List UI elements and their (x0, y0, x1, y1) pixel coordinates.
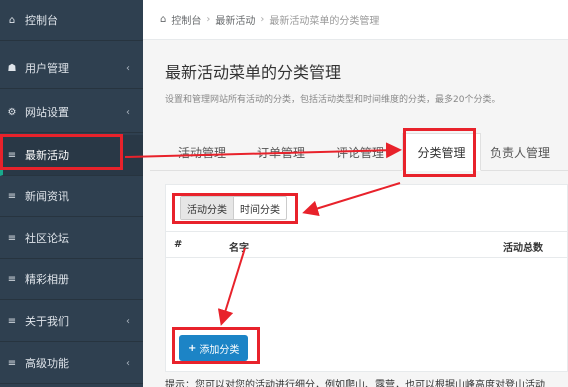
chevron-left-icon: ‹ (126, 106, 130, 118)
list-icon: ≡ (7, 357, 17, 369)
breadcrumb-item-dashboard[interactable]: 控制台 (171, 12, 201, 27)
gears-icon: ⚙ (7, 106, 17, 118)
page-description: 设置和管理网站所有活动的分类，包括活动类型和时间维度的分类，最多20个分类。 (165, 95, 501, 105)
breadcrumb-item-current: 最新活动菜单的分类管理 (269, 16, 380, 27)
column-index: # (174, 239, 183, 250)
sidebar-item-news[interactable]: ≡ 新闻资讯 (0, 176, 143, 217)
sidebar-item-label: 网站设置 (25, 106, 69, 119)
tab-order-management[interactable]: 订单管理 (257, 133, 305, 171)
sidebar-item-dashboard[interactable]: ⌂ 控制台 (0, 0, 143, 41)
sidebar-item-label: 关于我们 (25, 315, 69, 328)
sidebar-item-label: 精彩相册 (25, 273, 69, 286)
chevron-left-icon: ‹ (126, 315, 130, 327)
breadcrumb-separator: › (206, 14, 211, 25)
annotation-box-tab (403, 128, 476, 177)
chevron-left-icon: ‹ (126, 62, 130, 74)
sidebar-item-albums[interactable]: ≡ 精彩相册 (0, 259, 143, 300)
sidebar-item-label: 社区论坛 (25, 232, 69, 245)
breadcrumb-item-latest-activities[interactable]: 最新活动 (215, 12, 255, 27)
column-name: 名字 (229, 243, 249, 254)
sidebar-item-advanced[interactable]: ≡ 高级功能 ‹ (0, 343, 143, 384)
sidebar-item-about[interactable]: ≡ 关于我们 ‹ (0, 301, 143, 342)
annotation-box-toggle (172, 193, 298, 224)
sidebar-item-label: 用户管理 (25, 62, 69, 75)
page-title: 最新活动菜单的分类管理 (165, 63, 342, 82)
list-icon: ≡ (7, 315, 17, 327)
breadcrumb: ⌂ 控制台 › 最新活动 › 最新活动菜单的分类管理 (143, 0, 568, 40)
sidebar-item-label: 高级功能 (25, 357, 69, 370)
sidebar-item-label: 控制台 (25, 14, 58, 27)
users-icon: ☗ (7, 62, 17, 74)
sidebar-item-forum[interactable]: ≡ 社区论坛 (0, 218, 143, 259)
list-icon: ≡ (7, 190, 17, 202)
sidebar-item-label: 新闻资讯 (25, 190, 69, 203)
tip-text: 提示：您可以对您的活动进行细分，例如爬山、露营，也可以根据山峰高度对登山活动 (165, 380, 545, 387)
home-icon: ⌂ (160, 14, 167, 25)
dashboard-icon: ⌂ (8, 14, 16, 26)
sidebar-item-site-settings[interactable]: ⚙ 网站设置 ‹ (0, 92, 143, 133)
tab-activity-management[interactable]: 活动管理 (178, 133, 226, 171)
list-icon: ≡ (7, 273, 17, 285)
category-table: # 名字 活动总数 (166, 231, 568, 258)
breadcrumb-separator: › (260, 14, 265, 25)
tab-bar: 活动管理 订单管理 评论管理 分类管理 负责人管理 (150, 133, 568, 171)
sidebar: ⌂ 控制台 ☗ 用户管理 ‹ ⚙ 网站设置 ‹ ≡ 最新活动 ≡ 新闻资讯 ≡ … (0, 0, 143, 387)
tab-comment-management[interactable]: 评论管理 (336, 133, 384, 171)
sidebar-item-users[interactable]: ☗ 用户管理 ‹ (0, 48, 143, 89)
column-activity-count: 活动总数 (503, 243, 543, 254)
list-icon: ≡ (7, 232, 17, 244)
annotation-box-sidebar (0, 134, 123, 170)
annotation-box-add-button (172, 327, 260, 364)
table-header: # 名字 活动总数 (166, 231, 568, 258)
chevron-left-icon: ‹ (126, 357, 130, 369)
tab-owner-management[interactable]: 负责人管理 (490, 133, 550, 171)
